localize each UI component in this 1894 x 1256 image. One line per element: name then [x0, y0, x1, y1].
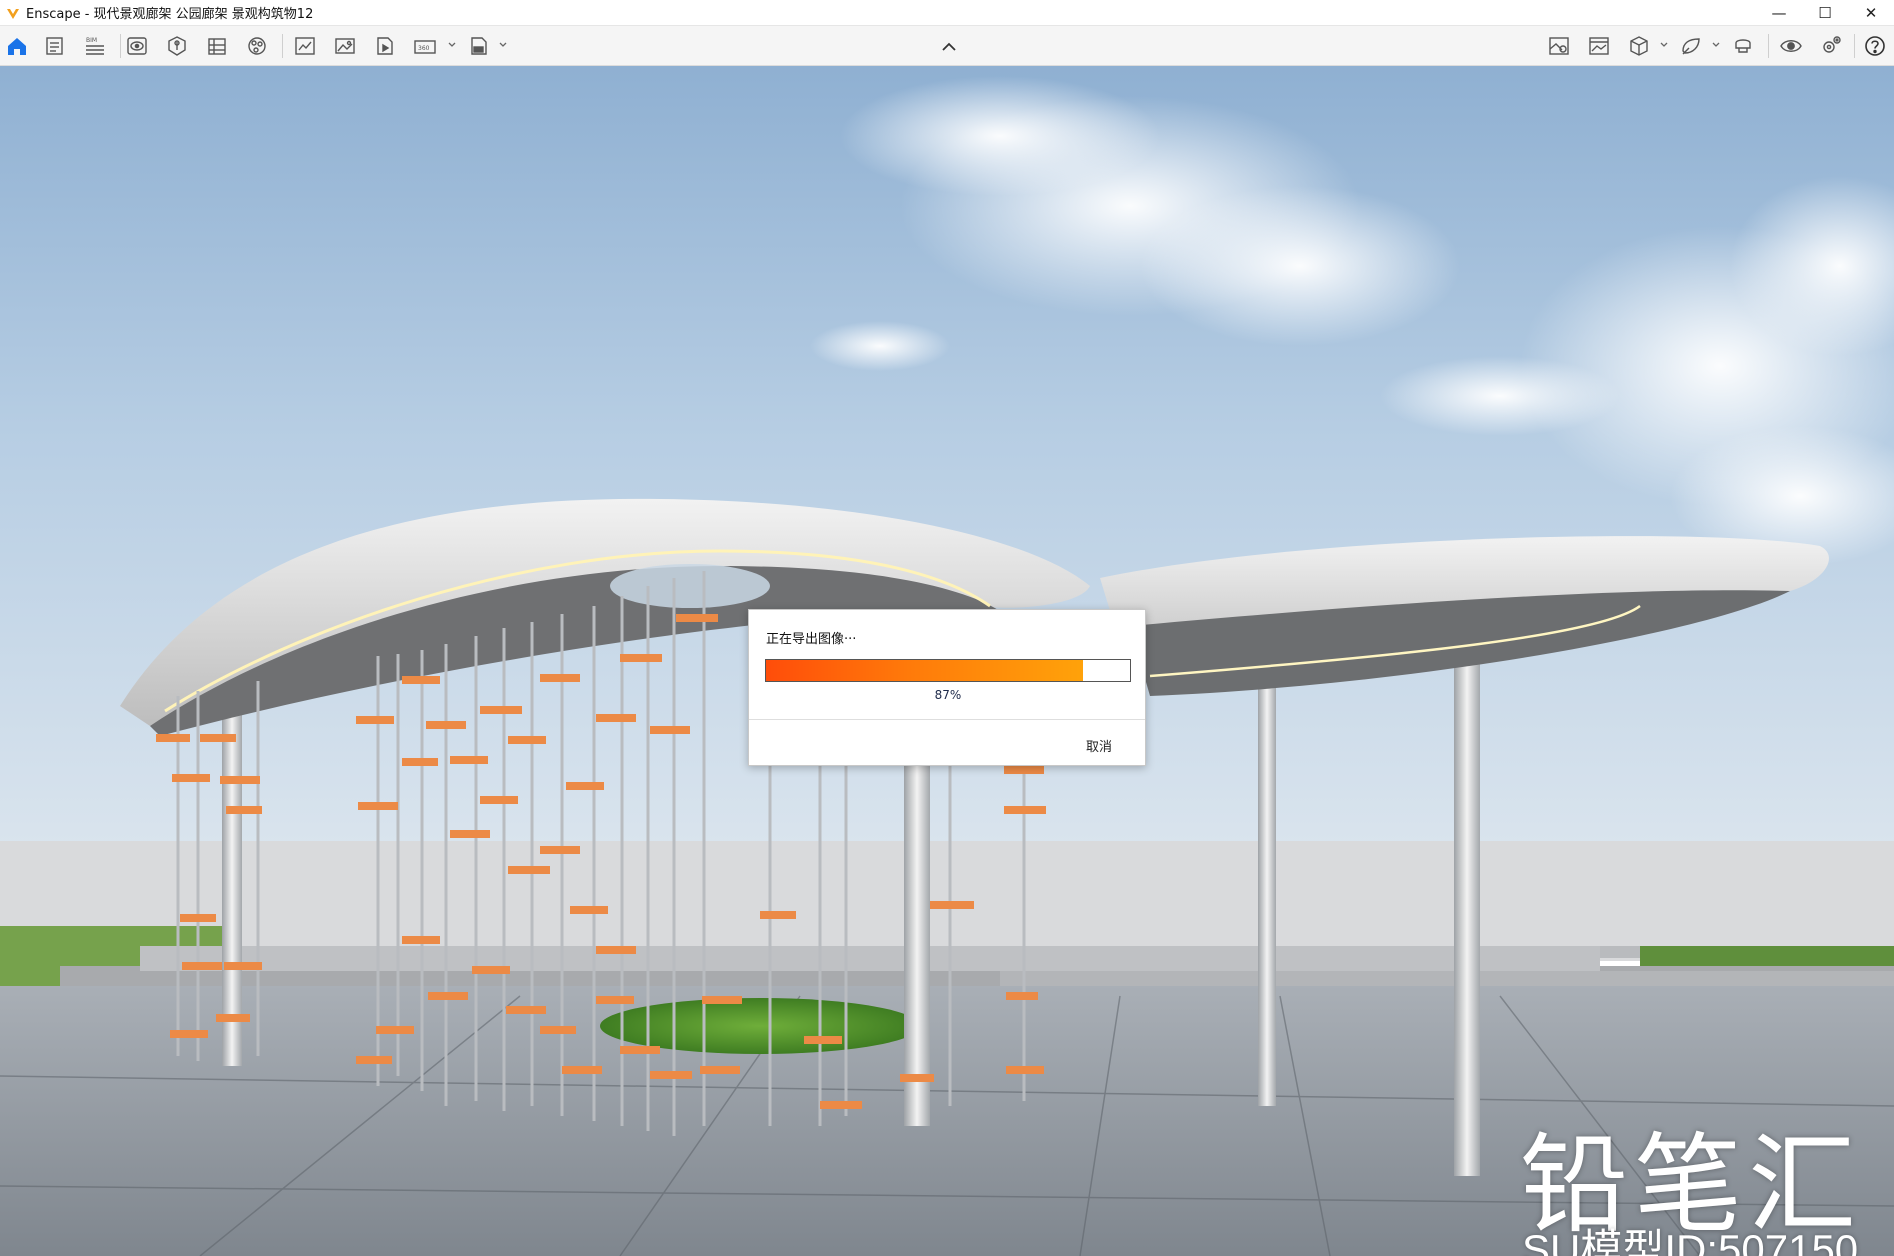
building-button[interactable] [204, 34, 230, 58]
home-icon [8, 38, 26, 55]
settings-button[interactable] [1818, 34, 1844, 58]
map-button[interactable] [1546, 34, 1572, 58]
export-progress-dialog: 正在导出图像··· 87% 取消 [748, 609, 1146, 766]
feedback-dropdown-icon[interactable] [1711, 40, 1721, 50]
vr-headset-icon [1735, 39, 1751, 53]
screenshot-icon [335, 38, 355, 54]
map-icon [1549, 37, 1569, 55]
vr-headset-button[interactable] [1730, 34, 1756, 58]
dialog-title: 正在导出图像··· [766, 632, 857, 647]
asset-library-icon [168, 36, 186, 56]
feedback-button[interactable] [1678, 34, 1704, 58]
bim-icon: BIM [86, 37, 104, 55]
settings-icon [1823, 36, 1841, 53]
bim-label: BIM [86, 37, 97, 44]
window-title: Enscape - 现代景观廊架 公园廊架 景观构筑物12 [26, 7, 314, 22]
help-button[interactable] [1862, 34, 1888, 58]
dialog-divider [749, 719, 1145, 720]
video-button[interactable] [372, 34, 398, 58]
progress-percent: 87% [934, 688, 962, 702]
panorama-icon: 360 [414, 40, 436, 54]
exe-export-button[interactable] [466, 34, 492, 58]
batch-render-icon [295, 37, 315, 55]
cancel-button[interactable]: 取消 [1067, 733, 1131, 757]
panorama-dropdown-icon[interactable] [447, 40, 457, 50]
close-button[interactable]: ✕ [1848, 0, 1894, 26]
collapse-toolbar-chevron-up-icon[interactable] [940, 42, 958, 52]
asset-library-button[interactable] [164, 34, 190, 58]
panorama-label: 360 [418, 45, 430, 52]
visual-settings-icon [1780, 40, 1802, 52]
toolbar: BIM 360 [0, 26, 1894, 66]
batch-render-button[interactable] [292, 34, 318, 58]
feedback-icon [1682, 38, 1700, 55]
gallery-icon [1589, 37, 1609, 55]
exe-dropdown-icon[interactable] [498, 40, 508, 50]
cube-dropdown-icon[interactable] [1659, 40, 1669, 50]
view-button[interactable] [124, 34, 150, 58]
progress-fill [766, 660, 1083, 681]
building-icon [208, 38, 226, 55]
cube-icon [1630, 36, 1648, 56]
visual-settings-button[interactable] [1778, 34, 1804, 58]
panorama-button[interactable]: 360 [412, 34, 438, 58]
render-viewport[interactable]: 正在导出图像··· 87% 取消 铅笔汇 SU模型ID:507150 [0, 66, 1894, 1256]
home-button[interactable] [4, 34, 30, 58]
screenshot-button[interactable] [332, 34, 358, 58]
exe-export-icon [471, 37, 487, 55]
video-icon [377, 37, 393, 55]
title-bar: Enscape - 现代景观廊架 公园廊架 景观构筑物12 — ☐ ✕ [0, 0, 1894, 26]
material-button[interactable] [244, 34, 270, 58]
notes-icon [46, 37, 63, 55]
help-icon [1865, 36, 1885, 56]
notes-button[interactable] [42, 34, 68, 58]
progress-bar [765, 659, 1131, 682]
maximize-button[interactable]: ☐ [1802, 0, 1848, 26]
gallery-button[interactable] [1586, 34, 1612, 58]
enscape-logo-icon [7, 8, 19, 19]
material-icon [248, 37, 266, 55]
model-id-watermark: SU模型ID:507150 [1522, 1226, 1859, 1256]
bim-button[interactable]: BIM [82, 34, 108, 58]
cube-button[interactable] [1626, 34, 1652, 58]
view-icon [127, 37, 147, 55]
minimize-button[interactable]: — [1756, 0, 1802, 26]
